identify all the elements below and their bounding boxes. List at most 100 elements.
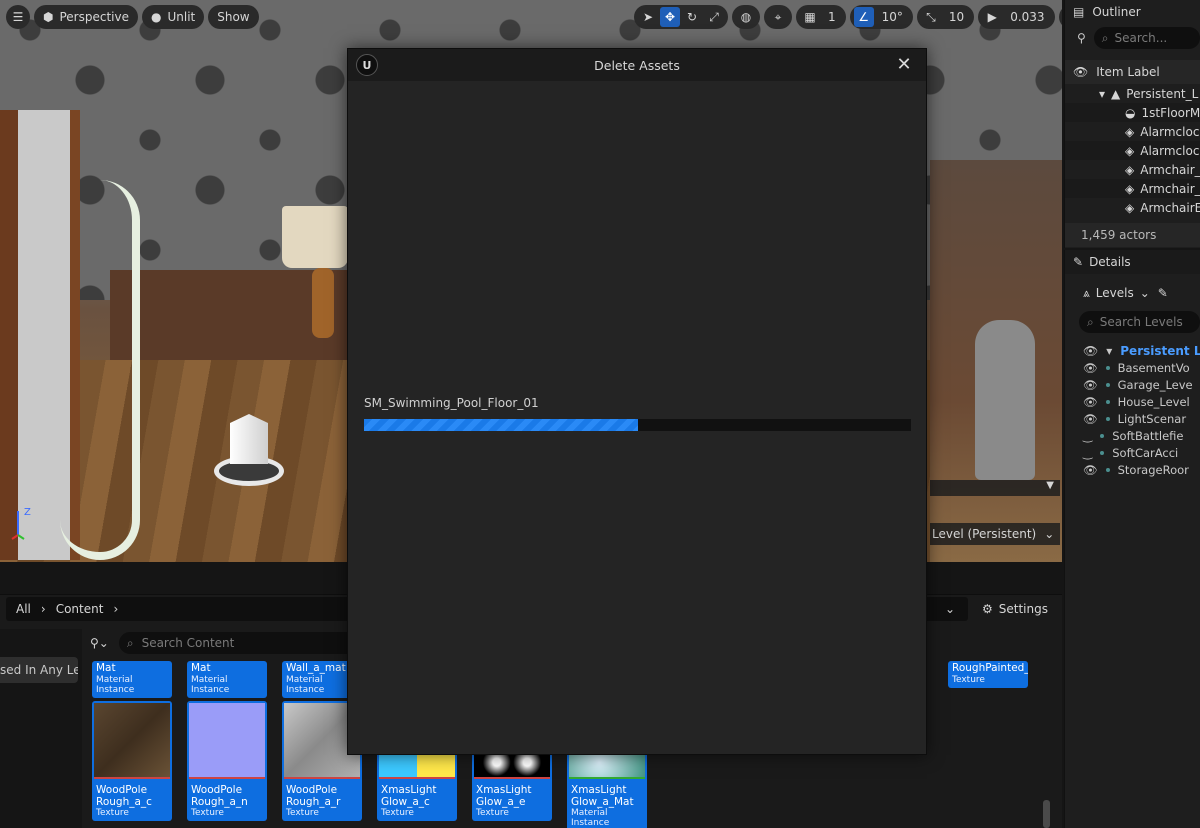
levels-search-input[interactable]: ⌕ Search Levels <box>1079 311 1200 333</box>
viewport-menu-button[interactable]: ☰ <box>6 5 30 29</box>
level-label: SoftCarAcci <box>1112 445 1179 460</box>
asset-name: RoughPainted_ <box>952 662 1028 674</box>
dialog-titlebar[interactable]: U Delete Assets ✕ <box>348 49 926 81</box>
levels-dropdown[interactable]: ⩓ Levels ⌄ <box>1083 286 1150 301</box>
tree-item[interactable]: ◈ Alarmcloc <box>1065 122 1200 141</box>
view-mode-button[interactable]: ● Unlit <box>141 5 205 29</box>
chevron-down-icon: ⌄ <box>1139 286 1150 300</box>
path-dropdown[interactable]: ⌄ <box>930 599 970 619</box>
eye-icon[interactable]: 👁 <box>1083 395 1098 409</box>
gear-icon: ⚙ <box>982 602 993 616</box>
viewport-dropdown[interactable]: ▼ <box>930 480 1060 496</box>
level-label: BasementVo <box>1117 360 1190 375</box>
outliner-tab[interactable]: ▤ Outliner <box>1065 0 1200 24</box>
angle-icon[interactable]: ∠ <box>853 7 874 27</box>
perspective-button[interactable]: ⬢ Perspective <box>34 5 138 29</box>
settings-button[interactable]: ⚙ Settings <box>982 598 1048 620</box>
asset-name: Mat <box>191 662 211 674</box>
asset-name: XmasLight Glow_a_Mat <box>571 784 634 808</box>
rotate-icon[interactable]: ↻ <box>682 7 702 27</box>
mannequin <box>975 320 1035 480</box>
camera-icon[interactable]: ▶ <box>982 7 1002 27</box>
breadcrumb-all[interactable]: All <box>16 602 31 616</box>
tree-root-row[interactable]: ▾ ▲ Persistent_L <box>1065 84 1200 103</box>
progress-fill <box>364 419 638 431</box>
asset-tile[interactable]: RoughPainted_ Texture <box>948 661 1028 688</box>
lamp-base <box>312 268 334 338</box>
current-asset-name: SM_Swimming_Pool_Floor_01 <box>364 396 539 410</box>
tree-item[interactable]: ◈ Armchair_ <box>1065 160 1200 179</box>
asset-tile[interactable]: Mat Material Instance <box>187 661 267 698</box>
lamp-shade <box>282 206 348 268</box>
snap-surface-icon[interactable]: ⌖ <box>768 7 788 27</box>
eye-icon[interactable]: 👁 <box>1083 344 1098 358</box>
eye-icon[interactable]: 👁 <box>1083 412 1098 426</box>
tree-item-label: 1stFloorM <box>1141 105 1200 120</box>
tree-item-label: Armchair_ <box>1140 162 1200 177</box>
details-tab[interactable]: ✎ Details <box>1065 250 1200 274</box>
persistent-level-label: Persistent Le <box>1120 343 1200 358</box>
content-search-input[interactable]: ⌕ Search Content <box>118 632 359 654</box>
scale-icon[interactable]: ⤢ <box>704 7 724 27</box>
dialog-title: Delete Assets <box>594 57 680 73</box>
level-row[interactable]: 👁 StorageRoor <box>1065 461 1200 478</box>
close-icon[interactable]: ✕ <box>894 54 914 75</box>
translate-icon[interactable]: ✥ <box>660 7 680 27</box>
select-icon[interactable]: ➤ <box>638 7 658 27</box>
rotation-snap-value[interactable]: 10° <box>876 10 909 24</box>
level-row[interactable]: 👁 Garage_Leve <box>1065 376 1200 393</box>
content-scrollbar[interactable] <box>1043 800 1050 828</box>
tree-item[interactable]: ◈ ArmchairE <box>1065 198 1200 217</box>
eye-icon[interactable]: 👁 <box>1083 463 1098 477</box>
filter-icon[interactable]: ⚲ <box>1077 31 1086 45</box>
item-label-column[interactable]: 👁 Item Label <box>1065 60 1200 84</box>
asset-name: WoodPole Rough_a_c <box>96 784 152 808</box>
content-search-placeholder: Search Content <box>141 636 235 650</box>
asset-tile[interactable]: WoodPole Rough_a_c Texture <box>92 701 172 821</box>
eye-icon[interactable]: 👁 <box>1083 378 1098 392</box>
used-in-level-filter[interactable]: sed In Any Lev <box>0 657 78 683</box>
breadcrumb-content[interactable]: Content <box>56 602 104 616</box>
current-level-indicator[interactable]: Level (Persistent) ⌄ <box>930 523 1060 545</box>
chevron-right-icon[interactable]: › <box>113 602 118 616</box>
eye-icon[interactable]: 👁 <box>1083 361 1098 375</box>
grid-icon[interactable]: ▦ <box>800 7 820 27</box>
camera-speed-value[interactable]: 0.033 <box>1004 10 1050 24</box>
asset-tile[interactable]: Mat Material Instance <box>92 661 172 698</box>
tree-item-label: Armchair_ <box>1140 181 1200 196</box>
edit-icon[interactable]: ✎ <box>1158 286 1168 300</box>
mesh-icon: ◈ <box>1125 162 1135 177</box>
tree-item[interactable]: ◈ Alarmcloc <box>1065 141 1200 160</box>
cube-icon: ⬢ <box>43 10 54 24</box>
outliner-icon: ▤ <box>1073 5 1085 19</box>
layout-toggle: ⊞ <box>1058 5 1062 29</box>
camera-speed: ▶ 0.033 <box>978 5 1055 29</box>
player-start-icon[interactable] <box>214 410 284 490</box>
asset-type: Texture <box>381 808 414 818</box>
filter-icon[interactable]: ⚲⌄ <box>90 636 109 650</box>
actor-icon: ◒ <box>1125 105 1136 120</box>
scale-snap-value[interactable]: 10 <box>943 10 970 24</box>
outliner-search-input[interactable]: ⌕ Search... <box>1093 27 1200 49</box>
level-icon: ▲ <box>1111 86 1121 101</box>
grid-snap-value[interactable]: 1 <box>822 10 842 24</box>
sources-panel: sed In Any Lev <box>0 629 82 828</box>
outliner-search-placeholder: Search... <box>1114 31 1168 45</box>
persistent-level-row[interactable]: 👁 ▾ Persistent Le <box>1065 342 1200 359</box>
chevron-right-icon[interactable]: › <box>41 602 46 616</box>
tree-item[interactable]: ◒ 1stFloorM <box>1065 103 1200 122</box>
asset-tile[interactable]: WoodPole Rough_a_n Texture <box>187 701 267 821</box>
axis-z-label: Z <box>24 507 31 518</box>
level-row[interactable]: 👁 House_Level <box>1065 393 1200 410</box>
scale-snap-icon[interactable]: ⤡ <box>921 7 941 27</box>
globe-icon[interactable]: ◍ <box>736 7 756 27</box>
asset-type: Material Instance <box>96 675 135 695</box>
level-row[interactable]: 👁 LightScenar <box>1065 410 1200 427</box>
eye-closed-icon[interactable]: ‿ <box>1083 446 1092 460</box>
tree-item[interactable]: ◈ Armchair_ <box>1065 179 1200 198</box>
level-row[interactable]: 👁 BasementVo <box>1065 359 1200 376</box>
show-button[interactable]: Show <box>208 5 259 29</box>
level-row[interactable]: ‿ SoftCarAcci <box>1065 444 1200 461</box>
level-row[interactable]: ‿ SoftBattlefie <box>1065 427 1200 444</box>
eye-closed-icon[interactable]: ‿ <box>1083 429 1092 443</box>
